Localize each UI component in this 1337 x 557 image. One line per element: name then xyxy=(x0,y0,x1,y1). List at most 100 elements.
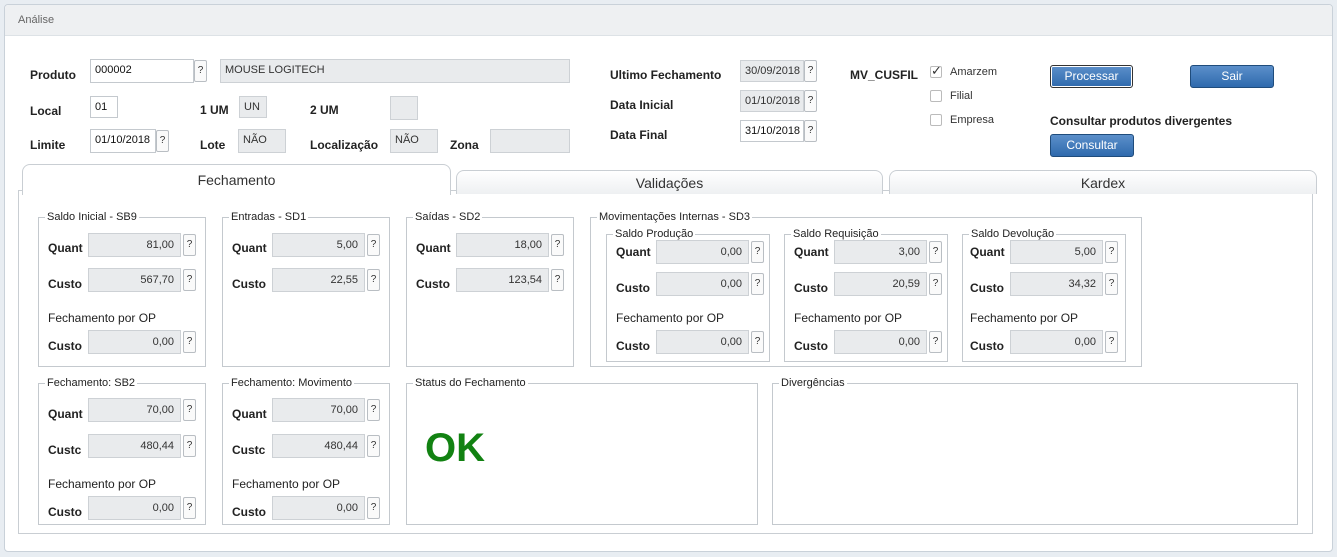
data-inicial-label: Data Inicial xyxy=(610,98,674,112)
saidas-title: Saídas - SD2 xyxy=(413,211,483,223)
data-final-field[interactable]: 31/10/2018 xyxy=(740,120,804,142)
fech-mov-op-custo-label: Custo xyxy=(232,505,266,519)
divergencias-title: Divergências xyxy=(779,377,847,389)
saldo-requisicao-title: Saldo Requisição xyxy=(791,228,881,240)
tab-kardex[interactable]: Kardex xyxy=(889,170,1317,194)
filial-label: Filial xyxy=(950,90,973,102)
saldo-devolucao-op-custo-field: 0,00 xyxy=(1010,330,1103,354)
um2-field xyxy=(390,96,418,120)
saidas-quant-help[interactable]: ? xyxy=(551,234,564,256)
ultimo-fechamento-lookup-button[interactable]: ? xyxy=(804,60,817,82)
saldo-producao-custo-help[interactable]: ? xyxy=(751,273,764,295)
saldo-inicial-quant-label: Quant xyxy=(48,241,83,255)
saldo-producao-op-custo-help[interactable]: ? xyxy=(751,331,764,353)
local-field[interactable]: 01 xyxy=(90,96,118,118)
saldo-inicial-op-custo-field: 0,00 xyxy=(88,330,181,354)
fech-sb2-op-custo-help[interactable]: ? xyxy=(183,497,196,519)
fech-mov-custo-field: 480,44 xyxy=(272,434,365,458)
data-inicial-lookup-button[interactable]: ? xyxy=(804,90,817,112)
saldo-producao-title: Saldo Produção xyxy=(613,228,696,240)
tab-validacoes[interactable]: Validações xyxy=(456,170,883,194)
saldo-inicial-quant-help[interactable]: ? xyxy=(183,234,196,256)
saidas-custo-label: Custo xyxy=(416,277,450,291)
produto-lookup-button[interactable]: ? xyxy=(194,60,207,82)
filial-checkbox[interactable] xyxy=(930,90,942,102)
localizacao-label: Localização xyxy=(310,138,379,152)
tab-fechamento[interactable]: Fechamento xyxy=(22,164,451,195)
divergencias-group: Divergências xyxy=(772,377,1298,525)
fech-sb2-quant-field: 70,00 xyxy=(88,398,181,422)
um1-field: UN xyxy=(239,96,267,118)
fech-mov-custo-label: Custc xyxy=(232,443,266,457)
amarzem-checkbox[interactable] xyxy=(930,63,942,79)
fech-sb2-fech-op-label: Fechamento por OP xyxy=(48,477,157,491)
entradas-quant-help[interactable]: ? xyxy=(367,234,380,256)
fech-sb2-custo-help[interactable]: ? xyxy=(183,435,196,457)
fech-sb2-custo-field: 480,44 xyxy=(88,434,181,458)
saldo-requisicao-op-custo-field: 0,00 xyxy=(834,330,927,354)
limite-field[interactable]: 01/10/2018 xyxy=(90,129,156,153)
saldo-devolucao-quant-help[interactable]: ? xyxy=(1105,241,1118,263)
saldo-producao-custo-field: 0,00 xyxy=(656,272,749,296)
um1-label: 1 UM xyxy=(200,103,229,117)
saldo-devolucao-title: Saldo Devolução xyxy=(969,228,1057,240)
entradas-custo-help[interactable]: ? xyxy=(367,269,380,291)
saldo-requisicao-custo-help[interactable]: ? xyxy=(929,273,942,295)
saldo-devolucao-custo-help[interactable]: ? xyxy=(1105,273,1118,295)
status-title: Status do Fechamento xyxy=(413,377,528,389)
mov-internas-title: Movimentações Internas - SD3 xyxy=(597,211,753,223)
produto-label: Produto xyxy=(30,68,76,82)
fech-sb2-op-custo-label: Custo xyxy=(48,505,82,519)
status-ok-text: OK xyxy=(425,426,485,470)
saldo-devolucao-quant-field: 5,00 xyxy=(1010,240,1103,264)
lote-label: Lote xyxy=(200,138,226,152)
fech-mov-op-custo-help[interactable]: ? xyxy=(367,497,380,519)
saldo-producao-fech-op-label: Fechamento por OP xyxy=(616,311,725,325)
saldo-devolucao-op-custo-label: Custo xyxy=(970,339,1004,353)
consultar-button[interactable]: Consultar xyxy=(1050,134,1134,157)
entradas-custo-field: 22,55 xyxy=(272,268,365,292)
saldo-inicial-op-custo-help[interactable]: ? xyxy=(183,331,196,353)
saldo-requisicao-quant-label: Quant xyxy=(794,245,829,259)
empresa-checkbox[interactable] xyxy=(930,114,942,126)
saldo-devolucao-op-custo-help[interactable]: ? xyxy=(1105,331,1118,353)
produto-code-field[interactable]: 000002 xyxy=(90,59,194,83)
fech-mov-op-custo-field: 0,00 xyxy=(272,496,365,520)
data-final-lookup-button[interactable]: ? xyxy=(804,120,817,142)
fech-mov-quant-label: Quant xyxy=(232,407,267,421)
saidas-custo-help[interactable]: ? xyxy=(551,269,564,291)
fech-mov-quant-help[interactable]: ? xyxy=(367,399,380,421)
consultar-heading: Consultar produtos divergentes xyxy=(1050,114,1233,128)
limite-lookup-button[interactable]: ? xyxy=(156,130,169,152)
saldo-inicial-op-custo-label: Custo xyxy=(48,339,82,353)
saldo-producao-custo-label: Custo xyxy=(616,281,650,295)
saldo-devolucao-custo-field: 34,32 xyxy=(1010,272,1103,296)
fech-mov-custo-help[interactable]: ? xyxy=(367,435,380,457)
fech-sb2-quant-label: Quant xyxy=(48,407,83,421)
um2-label: 2 UM xyxy=(310,103,339,117)
saldo-producao-quant-field: 0,00 xyxy=(656,240,749,264)
saldo-requisicao-quant-field: 3,00 xyxy=(834,240,927,264)
saldo-inicial-custo-label: Custo xyxy=(48,277,82,291)
localizacao-field: NÃO xyxy=(390,129,438,153)
empresa-label: Empresa xyxy=(950,114,995,126)
saldo-producao-op-custo-field: 0,00 xyxy=(656,330,749,354)
saldo-producao-quant-help[interactable]: ? xyxy=(751,241,764,263)
window-title: Análise xyxy=(18,14,55,26)
saldo-requisicao-op-custo-help[interactable]: ? xyxy=(929,331,942,353)
processar-button[interactable]: Processar xyxy=(1050,65,1133,88)
zona-field xyxy=(490,129,570,153)
saldo-inicial-quant-field: 81,00 xyxy=(88,233,181,257)
entradas-custo-label: Custo xyxy=(232,277,266,291)
saldo-devolucao-custo-label: Custo xyxy=(970,281,1004,295)
saldo-requisicao-quant-help[interactable]: ? xyxy=(929,241,942,263)
saldo-inicial-custo-field: 567,70 xyxy=(88,268,181,292)
saldo-requisicao-fech-op-label: Fechamento por OP xyxy=(794,311,903,325)
fech-sb2-quant-help[interactable]: ? xyxy=(183,399,196,421)
mv-cusfil-label: MV_CUSFIL xyxy=(850,68,919,82)
saldo-producao-quant-label: Quant xyxy=(616,245,651,259)
ultimo-fechamento-field: 30/09/2018 xyxy=(740,60,804,82)
sair-button[interactable]: Sair xyxy=(1190,65,1274,88)
saldo-inicial-custo-help[interactable]: ? xyxy=(183,269,196,291)
produto-description-field: MOUSE LOGITECH xyxy=(220,59,570,83)
